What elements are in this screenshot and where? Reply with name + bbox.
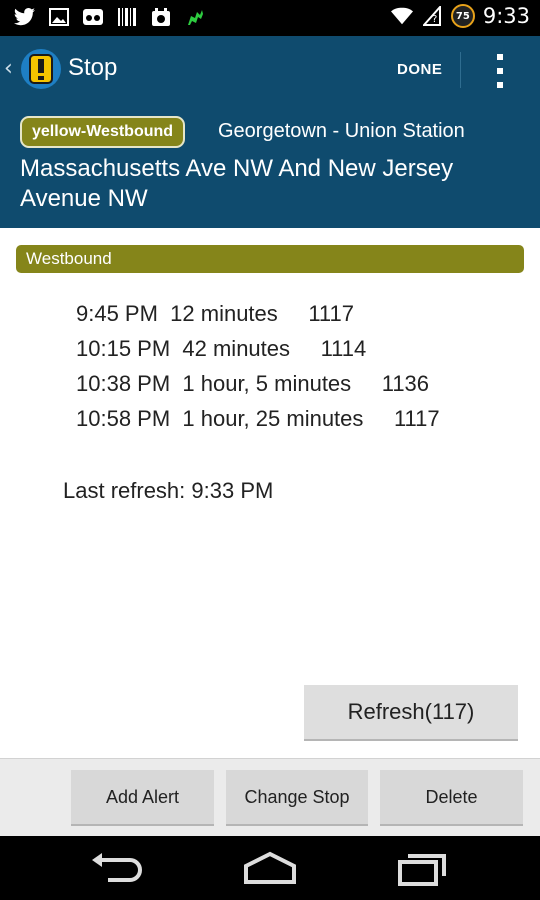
home-icon[interactable] bbox=[240, 850, 300, 886]
bottom-button-bar: Add Alert Change Stop Delete bbox=[0, 758, 540, 836]
refresh-button[interactable]: Refresh(117) bbox=[304, 685, 518, 741]
voicemail-icon bbox=[82, 6, 104, 28]
twitter-icon bbox=[14, 6, 36, 28]
prediction-row: 10:38 PM 1 hour, 5 minutes 1136 bbox=[76, 371, 430, 396]
direction-header: Westbound bbox=[16, 245, 524, 273]
prediction-row: 10:58 PM 1 hour, 25 minutes 1117 bbox=[76, 406, 440, 431]
image-icon bbox=[48, 6, 70, 28]
app-logo-icon[interactable] bbox=[20, 48, 62, 90]
battery-icon: 75 bbox=[450, 4, 475, 28]
add-alert-button[interactable]: Add Alert bbox=[71, 770, 214, 826]
recent-apps-icon[interactable] bbox=[392, 850, 452, 886]
status-time: 9:33 bbox=[482, 4, 530, 28]
svg-text:?: ? bbox=[432, 14, 437, 25]
last-refresh-text: Last refresh: 9:33 PM bbox=[63, 478, 274, 503]
action-bar: ‹ Stop DONE bbox=[0, 36, 540, 104]
delete-button[interactable]: Delete bbox=[380, 770, 523, 826]
action-divider bbox=[460, 52, 461, 88]
system-indicators: ? 75 9:33 bbox=[390, 4, 530, 28]
done-button[interactable]: DONE bbox=[397, 61, 442, 78]
stop-header: yellow-Westbound Georgetown - Union Stat… bbox=[0, 104, 540, 228]
prediction-row: 9:45 PM 12 minutes 1117 bbox=[76, 301, 355, 326]
route-badge: yellow-Westbound bbox=[20, 116, 186, 148]
notification-icons bbox=[14, 6, 206, 28]
barcode-icon bbox=[116, 6, 138, 28]
prediction-row: 10:15 PM 42 minutes 1114 bbox=[76, 336, 367, 361]
no-signal-icon: ? bbox=[421, 5, 443, 27]
change-stop-button[interactable]: Change Stop bbox=[226, 770, 368, 826]
back-chevron-icon[interactable]: ‹ bbox=[4, 56, 13, 81]
system-nav-bar bbox=[0, 836, 540, 900]
wifi-icon bbox=[390, 5, 413, 27]
route-destination: Georgetown - Union Station bbox=[218, 120, 465, 142]
overflow-menu-icon[interactable] bbox=[494, 54, 506, 88]
back-icon[interactable] bbox=[88, 850, 148, 886]
stop-name: Massachusetts Ave NW And New Jersey Aven… bbox=[20, 155, 454, 212]
page-title: Stop bbox=[68, 54, 118, 81]
calendar-icon bbox=[150, 6, 172, 28]
status-bar: ? 75 9:33 bbox=[0, 0, 540, 36]
android-icon bbox=[184, 6, 206, 28]
